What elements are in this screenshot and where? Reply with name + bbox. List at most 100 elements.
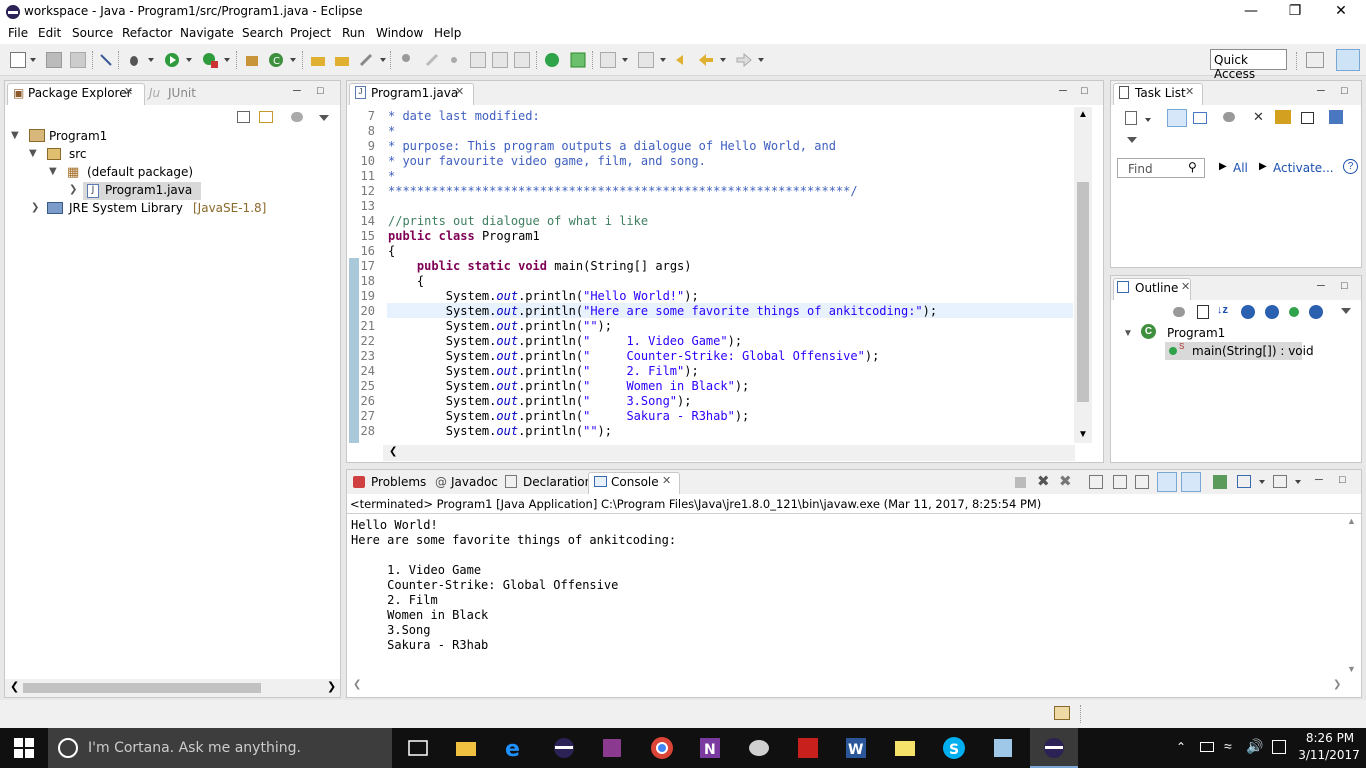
block-selection-icon[interactable] <box>470 52 486 68</box>
open-task-icon[interactable] <box>334 52 350 68</box>
hide-static-icon[interactable] <box>1265 305 1279 319</box>
volume-icon[interactable]: 🔊 <box>1246 738 1263 755</box>
show-whitespace-icon[interactable] <box>514 52 530 68</box>
taskbar-time[interactable]: 8:26 PM <box>1302 731 1358 745</box>
collapse-all-icon[interactable] <box>237 111 250 123</box>
forward-icon[interactable] <box>736 52 752 68</box>
scroll-left-icon[interactable]: ❮ <box>10 680 19 693</box>
console-horizontal-scrollbar[interactable]: ❮ ❯ <box>347 678 1361 696</box>
terminate-icon[interactable] <box>544 52 560 68</box>
sticky-notes-icon[interactable] <box>893 736 917 760</box>
new-dropdown-icon[interactable] <box>30 58 36 62</box>
run-dropdown-icon[interactable] <box>186 58 192 62</box>
task-view-icon[interactable] <box>406 736 430 760</box>
edge-icon[interactable]: e <box>503 736 527 762</box>
resume-icon[interactable] <box>570 52 586 68</box>
console-vertical-scrollbar[interactable]: ▲ ▼ <box>1342 514 1360 678</box>
restore-button[interactable]: ❐ <box>1272 0 1318 24</box>
last-edit-icon[interactable] <box>674 52 690 68</box>
skip-breakpoints-icon[interactable] <box>98 52 114 68</box>
remove-launch-icon[interactable]: ✖ <box>1037 472 1050 490</box>
minimize-icon[interactable]: ─ <box>293 85 301 97</box>
search-dropdown-icon[interactable] <box>380 58 386 62</box>
close-tab-icon[interactable]: ✕ <box>455 85 464 98</box>
java-perspective-icon[interactable] <box>1336 49 1360 71</box>
new-task-icon[interactable] <box>1125 111 1137 125</box>
find-input[interactable]: Find ⚲ <box>1117 158 1205 178</box>
menu-project[interactable]: Project <box>290 26 331 40</box>
eclipse-active-taskbar-button[interactable] <box>1030 728 1078 768</box>
clear-console-icon[interactable] <box>1089 475 1103 489</box>
menu-search[interactable]: Search <box>242 26 283 40</box>
menu-help[interactable]: Help <box>434 26 461 40</box>
menu-window[interactable]: Window <box>376 26 423 40</box>
outline-method-row[interactable]: S main(String[]) : void <box>1165 342 1314 360</box>
menu-run[interactable]: Run <box>342 26 365 40</box>
synchronize-icon[interactable] <box>1275 110 1291 124</box>
menu-refactor[interactable]: Refactor <box>122 26 172 40</box>
view-menu-icon[interactable] <box>319 115 329 121</box>
file-explorer-icon[interactable] <box>454 736 478 760</box>
activate-link[interactable]: Activate... <box>1273 161 1334 175</box>
search-icon[interactable] <box>358 52 374 68</box>
tab-junit[interactable]: JUnit <box>168 86 196 100</box>
scroll-down-icon[interactable]: ▼ <box>1078 429 1088 440</box>
scroll-up-icon[interactable]: ▲ <box>1078 109 1088 120</box>
coverage-dropdown-icon[interactable] <box>224 58 230 62</box>
focus-icon[interactable] <box>1223 112 1235 122</box>
minimize-icon[interactable]: ─ <box>1317 85 1325 97</box>
onenote-icon[interactable]: N <box>698 736 722 760</box>
code-area[interactable]: 7 * date last modified: 8 * 9 * purpose: This… <box>347 109 1075 439</box>
help-icon[interactable]: ? <box>1343 159 1358 174</box>
view-menu-icon[interactable] <box>1127 137 1137 143</box>
vertical-scrollbar[interactable]: ▲ ▼ <box>1074 107 1092 443</box>
sort-icon[interactable]: ↓z <box>1217 304 1228 316</box>
display-console-icon[interactable] <box>1237 475 1251 488</box>
debug-icon[interactable] <box>126 52 142 68</box>
new-icon[interactable] <box>10 52 26 68</box>
toggle-mark-icon[interactable] <box>398 52 414 68</box>
scroll-up-icon[interactable]: ▲ <box>1347 516 1356 526</box>
new-class-dropdown-icon[interactable] <box>290 58 296 62</box>
hide-fields-icon[interactable] <box>1241 305 1255 319</box>
scheduled-icon[interactable] <box>1193 112 1207 124</box>
menu-file[interactable]: File <box>8 26 28 40</box>
save-icon[interactable] <box>46 52 62 68</box>
close-tab-icon[interactable]: ✕ <box>1185 85 1194 98</box>
scroll-down-icon[interactable]: ▼ <box>1347 664 1356 674</box>
windows-start-icon[interactable] <box>14 738 34 758</box>
close-window-button[interactable]: ✕ <box>1318 0 1364 24</box>
scroll-lock-icon[interactable] <box>1113 475 1127 489</box>
open-type-icon[interactable] <box>310 52 326 68</box>
back-dropdown-icon[interactable] <box>720 58 726 62</box>
chrome-icon[interactable] <box>650 736 674 760</box>
eclipse-taskbar-icon[interactable] <box>552 736 576 760</box>
maximize-icon[interactable]: □ <box>317 85 324 97</box>
new-task-dropdown-icon[interactable] <box>1145 118 1151 122</box>
remove-all-launches-icon[interactable]: ✖ <box>1059 472 1072 490</box>
close-tab-icon[interactable]: ✕ <box>662 474 671 487</box>
focus-active-task-icon[interactable] <box>291 112 303 122</box>
scroll-left-icon[interactable]: ❮ <box>389 446 397 457</box>
all-link[interactable]: All <box>1233 161 1248 175</box>
previous-annotation-dropdown-icon[interactable] <box>660 58 666 62</box>
scrollbar-thumb[interactable] <box>23 683 261 693</box>
maximize-icon[interactable]: □ <box>1341 85 1348 97</box>
run-icon[interactable] <box>164 52 180 68</box>
word-wrap-icon[interactable] <box>1135 475 1149 489</box>
next-annotation-dropdown-icon[interactable] <box>622 58 628 62</box>
menu-edit[interactable]: Edit <box>38 26 61 40</box>
categorized-icon[interactable] <box>1167 109 1187 127</box>
chevron-down-icon[interactable]: ▼ <box>1123 328 1133 339</box>
chevron-down-icon[interactable]: ▼ <box>11 130 19 141</box>
show-on-stdout-icon[interactable] <box>1157 472 1177 492</box>
chevron-down-icon[interactable]: ▼ <box>49 166 57 177</box>
tab-javadoc[interactable]: Javadoc <box>451 475 498 489</box>
menu-source[interactable]: Source <box>72 26 113 40</box>
breadcrumb-icon[interactable] <box>446 52 462 68</box>
tab-problems[interactable]: Problems <box>371 475 426 489</box>
pin-console-icon[interactable] <box>1213 475 1227 489</box>
debug-dropdown-icon[interactable] <box>148 58 154 62</box>
hide-completed-icon[interactable]: ✕ <box>1253 109 1264 125</box>
battery-icon[interactable] <box>1200 742 1214 752</box>
